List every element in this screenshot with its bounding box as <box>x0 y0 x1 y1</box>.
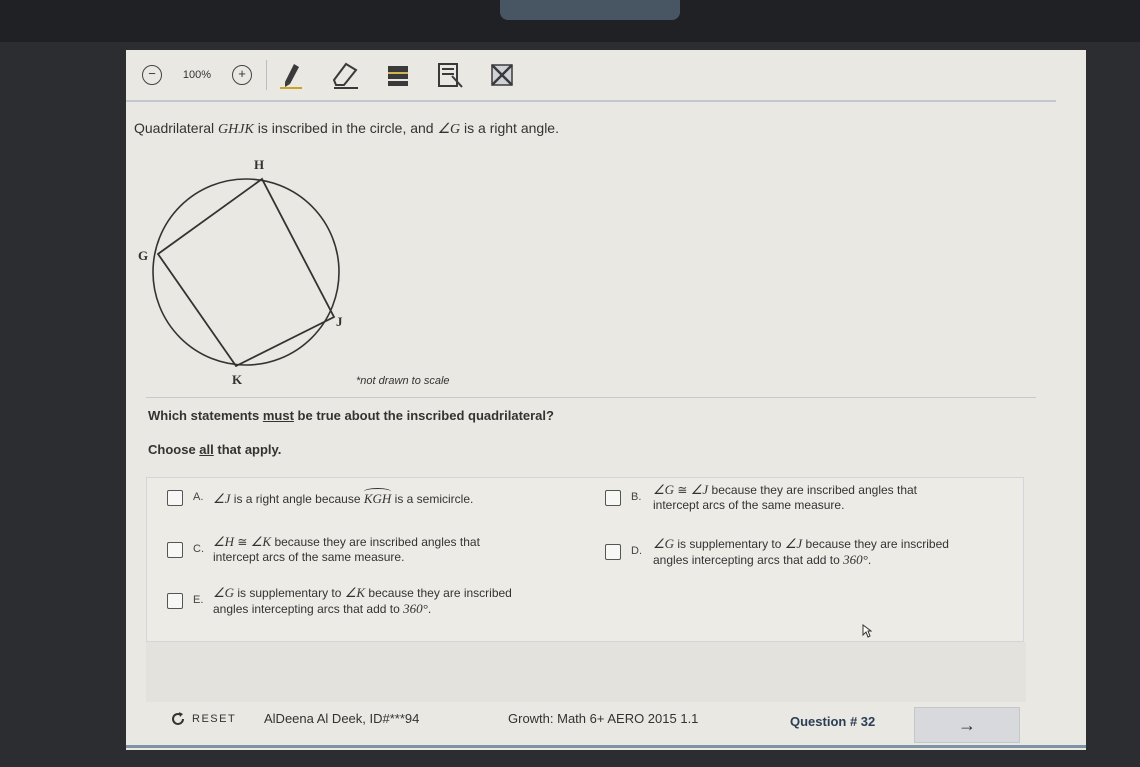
strikethrough-icon <box>491 64 513 86</box>
math-degrees: 360° <box>403 601 428 616</box>
text: because they are inscribed <box>802 537 949 551</box>
prompt-text: Quadrilateral <box>134 120 219 136</box>
checkbox-a[interactable] <box>167 490 183 506</box>
arrow-right-icon: → <box>958 714 976 735</box>
text: angles intercepting arcs that add to <box>213 602 404 616</box>
toolbar: − 100% + <box>126 50 1056 102</box>
zoom-out-icon: − <box>142 65 162 85</box>
inscribed-quadrilateral-figure: H G J K <box>138 157 343 387</box>
text: intercept arcs of the same measure. <box>213 550 405 564</box>
pencil-icon <box>280 64 302 89</box>
eraser-icon <box>332 62 358 89</box>
choice-text: ∠G is supplementary to ∠J because they a… <box>653 536 949 568</box>
choice-text: ∠J is a right angle because KGH is a sem… <box>213 488 474 507</box>
math-angle: ∠J <box>784 536 803 551</box>
text: . <box>867 553 872 567</box>
math-arc: KGH <box>363 488 392 506</box>
text: is a semicircle. <box>391 492 474 506</box>
line-reader-icon <box>388 66 408 86</box>
instruction-emphasis: all <box>199 442 214 457</box>
math-angle: ∠H <box>213 534 235 549</box>
math-angle: ∠J <box>690 482 709 497</box>
question-number: Question # 32 <box>790 714 876 729</box>
checkbox-c[interactable] <box>167 542 183 558</box>
choice-text: ∠G ≅ ∠J because they are inscribed angle… <box>653 482 917 513</box>
text: because they are inscribed angles that <box>271 535 480 549</box>
prompt-text: is inscribed in the circle, and <box>253 120 438 136</box>
checkbox-b[interactable] <box>605 490 621 506</box>
pencil-tool[interactable] <box>276 60 308 90</box>
reset-button[interactable]: RESET <box>170 711 236 727</box>
vertex-label-j: J <box>336 314 343 329</box>
choice-text: ∠G is supplementary to ∠K because they a… <box>213 585 512 617</box>
instruction: Choose all that apply. <box>148 442 281 457</box>
choice-letter: B. <box>631 491 642 503</box>
content-background <box>146 642 1026 702</box>
text: because they are inscribed angles that <box>708 483 918 497</box>
zoom-in-icon: + <box>232 65 252 85</box>
text: angles intercepting arcs that add to <box>653 553 844 567</box>
stem-text: Which statements <box>148 408 263 423</box>
math-angle: ∠G <box>653 536 675 551</box>
mouse-pointer-icon <box>862 624 872 638</box>
student-name: AlDeena Al Deek, ID#***94 <box>264 711 420 726</box>
question-prompt: Quadrilateral GHJK is inscribed in the c… <box>134 120 559 138</box>
text: is supplementary to <box>674 537 785 551</box>
text: because they are inscribed <box>365 586 512 600</box>
strikethrough-tool[interactable] <box>486 60 518 90</box>
math-symbol: ≅ <box>234 535 251 549</box>
text: . <box>427 602 432 616</box>
text: is a right angle because <box>230 492 364 506</box>
choice-letter: A. <box>193 491 204 503</box>
not-to-scale-note: *not drawn to scale <box>356 375 450 387</box>
prompt-angle: ∠G <box>437 122 461 137</box>
vertex-label-g: G <box>138 248 148 263</box>
choice-text: ∠H ≅ ∠K because they are inscribed angle… <box>213 534 480 565</box>
math-symbol: ≅ <box>674 483 691 497</box>
math-angle: ∠J <box>213 491 231 506</box>
test-window: − 100% + Quadrilateral GHJK is inscribed… <box>126 50 1086 750</box>
math-degrees: 360° <box>843 552 868 567</box>
stem-emphasis: must <box>262 408 294 423</box>
line-reader-tool[interactable] <box>382 60 414 90</box>
choice-letter: D. <box>631 545 642 557</box>
zoom-in-button[interactable]: + <box>230 62 254 88</box>
quadrilateral-ghjk <box>156 177 336 368</box>
text: is supplementary to <box>234 586 345 600</box>
answer-choices: A. ∠J is a right angle because KGH is a … <box>146 477 1024 642</box>
math-angle: ∠K <box>250 534 272 549</box>
prompt-text: is a right angle. <box>460 120 559 136</box>
test-name: Growth: Math 6+ AERO 2015 1.1 <box>508 711 699 726</box>
screen-glare <box>500 0 680 20</box>
checkbox-d[interactable] <box>605 544 621 560</box>
next-button[interactable]: → <box>914 707 1020 743</box>
vertex-label-h: H <box>254 157 264 172</box>
stem-text: be true about the inscribed quadrilatera… <box>293 408 554 423</box>
footer-bar: RESET AlDeena Al Deek, ID#***94 Growth: … <box>126 705 1086 748</box>
zoom-out-button[interactable]: − <box>140 62 164 88</box>
toolbar-divider <box>266 60 267 90</box>
zoom-level: 100% <box>182 69 212 81</box>
answer-masking-tool[interactable] <box>434 60 466 90</box>
question-stem: Which statements must be true about the … <box>148 408 554 423</box>
instruction-text: that apply. <box>213 442 282 457</box>
math-angle: ∠G <box>653 482 675 497</box>
choice-letter: C. <box>193 543 204 555</box>
section-divider <box>146 397 1036 398</box>
math-angle: ∠K <box>344 585 366 600</box>
monitor-top-bezel <box>0 0 1140 42</box>
answer-masking-icon <box>438 63 463 88</box>
vertex-label-k: K <box>232 372 243 387</box>
instruction-text: Choose <box>148 442 200 457</box>
eraser-tool[interactable] <box>330 60 362 90</box>
checkbox-e[interactable] <box>167 593 183 609</box>
prompt-shape: GHJK <box>218 122 254 137</box>
choice-letter: E. <box>193 594 204 606</box>
reset-label: RESET <box>192 713 237 725</box>
reset-icon <box>172 712 184 725</box>
math-angle: ∠G <box>213 585 235 600</box>
text: intercept arcs of the same measure. <box>653 498 845 512</box>
